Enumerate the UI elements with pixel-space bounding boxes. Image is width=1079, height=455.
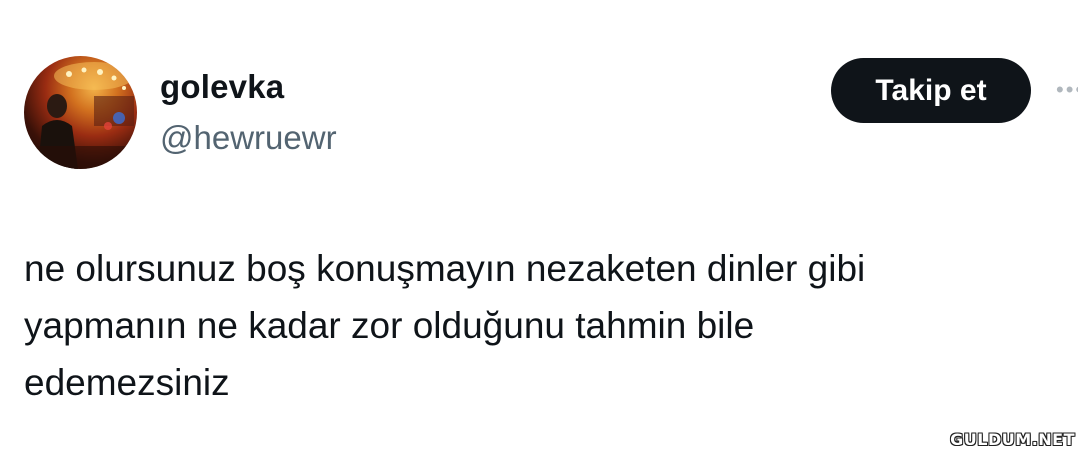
- more-options-icon[interactable]: •••: [1056, 82, 1078, 98]
- tweet-text-line: edemezsiniz: [24, 362, 230, 403]
- watermark: GULDUM.NET: [950, 430, 1075, 449]
- tweet-text-line: yapmanın ne kadar zor olduğunu tahmin bi…: [24, 305, 755, 346]
- author-handle[interactable]: @hewruewr: [160, 119, 337, 157]
- author-avatar[interactable]: [24, 56, 137, 169]
- tweet-text-line: ne olursunuz boş konuşmayın nezaketen di…: [24, 248, 866, 289]
- author-display-name[interactable]: golevka: [160, 68, 284, 106]
- avatar-image: [24, 62, 137, 169]
- tweet-text: ne olursunuz boş konuşmayın nezaketen di…: [24, 240, 1054, 411]
- follow-button[interactable]: Takip et: [831, 58, 1031, 123]
